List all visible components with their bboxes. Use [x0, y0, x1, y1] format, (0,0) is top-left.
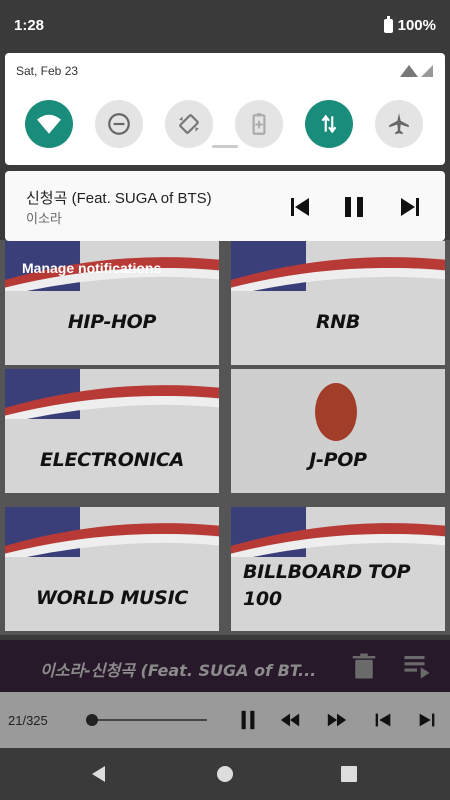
- seek-bar-thumb[interactable]: [86, 714, 98, 726]
- cell-signal-icon: [421, 65, 433, 77]
- genre-label: ELECTRONICA: [39, 449, 185, 471]
- pause-icon: [345, 197, 363, 217]
- japan-flag-icon: [315, 383, 357, 441]
- player-control-bar: 21/325: [0, 692, 450, 748]
- pause-icon[interactable]: [236, 709, 260, 731]
- drag-handle[interactable]: [212, 145, 238, 148]
- back-icon[interactable]: [89, 764, 109, 784]
- skip-next-button[interactable]: [397, 194, 423, 220]
- home-icon[interactable]: [215, 764, 235, 784]
- battery-saver-tile[interactable]: [235, 100, 283, 148]
- mobile-data-tile[interactable]: [305, 100, 353, 148]
- recents-icon[interactable]: [339, 764, 359, 784]
- do-not-disturb-icon: [108, 113, 130, 135]
- genre-card-jpop[interactable]: J-POP: [230, 368, 446, 494]
- auto-rotate-tile[interactable]: [165, 100, 213, 148]
- genre-card-world-music[interactable]: WORLD MUSIC: [4, 506, 220, 632]
- battery-saver-icon: [252, 113, 266, 135]
- wifi-signal-icon: [400, 65, 418, 77]
- media-notification[interactable]: 신청곡 (Feat. SUGA of BTS) 이소라: [5, 171, 445, 241]
- signal-indicators: [400, 65, 433, 77]
- battery-indicator: 100%: [383, 15, 436, 34]
- media-title: 신청곡 (Feat. SUGA of BTS): [26, 190, 212, 207]
- skip-previous-icon[interactable]: [371, 709, 395, 731]
- data-arrows-icon: [321, 114, 337, 134]
- airplane-tile[interactable]: [375, 100, 423, 148]
- skip-next-icon[interactable]: [415, 709, 439, 731]
- genre-card-hiphop[interactable]: HIP-HOP: [4, 240, 220, 366]
- track-counter: 21/325: [8, 713, 48, 728]
- system-navigation-bar: [0, 748, 450, 800]
- flag-banner-icon: [5, 507, 219, 557]
- status-bar: 1:28 100%: [0, 0, 450, 50]
- flag-banner-icon: [231, 241, 445, 291]
- skip-previous-icon: [291, 198, 309, 216]
- quick-settings-panel: Sat, Feb 23: [5, 53, 445, 165]
- genre-label: RNB: [315, 311, 361, 333]
- clock: 1:28: [14, 17, 45, 34]
- genre-card-electronica[interactable]: ELECTRONICA: [4, 368, 220, 494]
- auto-rotate-icon: [179, 114, 199, 134]
- pause-button[interactable]: [341, 194, 367, 220]
- airplane-icon: [389, 113, 409, 135]
- flag-banner-icon: [231, 507, 445, 557]
- rewind-icon[interactable]: [278, 709, 302, 731]
- genre-label: J-POP: [309, 449, 367, 471]
- manage-notifications-link[interactable]: Manage notifications: [22, 260, 161, 276]
- now-playing-title: 이소라-신청곡 (Feat. SUGA of BT...: [40, 661, 317, 680]
- battery-icon: [383, 15, 393, 33]
- battery-level: 100%: [397, 17, 436, 34]
- genre-label: BILLBOARD TOP 100: [243, 561, 411, 610]
- delete-icon[interactable]: [349, 651, 379, 681]
- genre-label: WORLD MUSIC: [36, 587, 188, 609]
- skip-next-icon: [401, 198, 419, 216]
- dnd-tile[interactable]: [95, 100, 143, 148]
- seek-bar-track[interactable]: [92, 719, 207, 721]
- genre-label: HIP-HOP: [67, 311, 157, 333]
- wifi-icon: [37, 114, 61, 134]
- playlist-icon[interactable]: [402, 651, 432, 681]
- genre-grid: HIP-HOP RNB ELECTRONICA J-POP WORLD MUSI…: [0, 240, 450, 635]
- wifi-tile[interactable]: [25, 100, 73, 148]
- genre-card-billboard[interactable]: BILLBOARD TOP 100: [230, 506, 446, 632]
- genre-card-rnb[interactable]: RNB: [230, 240, 446, 366]
- quick-settings-tiles: [5, 100, 445, 150]
- fast-forward-icon[interactable]: [325, 709, 349, 731]
- media-artist: 이소라: [26, 211, 62, 226]
- now-playing-bar[interactable]: 이소라-신청곡 (Feat. SUGA of BT...: [0, 640, 450, 692]
- skip-previous-button[interactable]: [287, 194, 313, 220]
- flag-banner-icon: [5, 369, 219, 419]
- date-label: Sat, Feb 23: [16, 64, 79, 78]
